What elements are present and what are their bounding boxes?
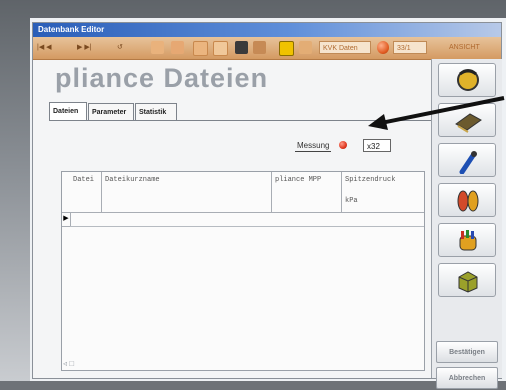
sidebar-item-box[interactable]: [438, 263, 496, 297]
column-label: pliance MPP: [275, 176, 322, 184]
head-icon: [457, 69, 479, 91]
box-icon: [458, 271, 478, 293]
view-label[interactable]: ANSICHT: [449, 41, 480, 54]
column-header-dateikurzname[interactable]: Dateikurzname: [102, 172, 272, 212]
sidebar-item-hand[interactable]: [438, 223, 496, 257]
doc-icon[interactable]: [213, 41, 228, 56]
column-unit: kPa: [345, 197, 358, 205]
sensor-pen-icon: [459, 151, 477, 174]
window-title: Datenbank Editor: [33, 23, 501, 37]
messung-label: Messung: [295, 141, 332, 152]
messung-field[interactable]: x32: [363, 139, 391, 152]
tab-dateien[interactable]: Dateien: [49, 102, 87, 121]
sidebar-item-sensor[interactable]: [438, 143, 496, 177]
measurement-indicator-icon: [339, 141, 347, 149]
grid-footer-indicator: ◃ □: [63, 359, 75, 368]
column-label: Dateikurzname: [105, 176, 160, 184]
counter-field[interactable]: 33/1: [393, 41, 427, 54]
column-header-spitzendruck[interactable]: Spitzendruck kPa: [342, 172, 410, 212]
new-file-icon[interactable]: [279, 41, 294, 56]
cancel-button[interactable]: Abbrechen: [436, 367, 498, 389]
save-icon[interactable]: [235, 41, 248, 54]
nav-last-button[interactable]: ▶ ▶|: [77, 41, 92, 54]
table-row[interactable]: [70, 212, 424, 227]
tab-statistik[interactable]: Statistik: [135, 103, 177, 120]
blank-icon[interactable]: [193, 41, 208, 56]
column-label: Datei: [73, 176, 95, 184]
sidebar: Bestätigen Abbrechen: [431, 59, 502, 389]
column-header-pliance-mpp[interactable]: pliance MPP: [272, 172, 342, 212]
nav-first-button[interactable]: |◀ ◀: [37, 41, 52, 54]
cancel-edit-icon[interactable]: [171, 41, 184, 54]
tab-divider: [49, 120, 439, 121]
edit-icon[interactable]: [151, 41, 164, 54]
feet-icon: [457, 190, 479, 212]
sidebar-item-feet[interactable]: [438, 183, 496, 217]
copy-icon[interactable]: [299, 41, 312, 54]
page-title: pliance Dateien: [55, 63, 269, 93]
tab-parameter[interactable]: Parameter: [88, 103, 134, 120]
toolbar: |◀ ◀ ▶ ▶| ↺ KVK Daten 33/1 ANSICHT: [33, 37, 501, 60]
confirm-button[interactable]: Bestätigen: [436, 341, 498, 363]
column-header-datei[interactable]: Datei: [70, 172, 102, 212]
kvk-field[interactable]: KVK Daten: [319, 41, 371, 54]
notebook-icon: [455, 113, 482, 133]
print-icon[interactable]: [253, 41, 266, 54]
hand-icon: [459, 230, 477, 251]
data-grid: Datei Dateikurzname pliance MPP Spitzend…: [61, 171, 425, 371]
refresh-button[interactable]: ↺: [117, 41, 123, 54]
record-icon[interactable]: [377, 41, 389, 54]
editor-window: Datenbank Editor |◀ ◀ ▶ ▶| ↺ KVK Daten 3…: [32, 22, 502, 389]
column-label: Spitzendruck: [345, 176, 396, 184]
sidebar-item-head[interactable]: [438, 63, 496, 97]
sidebar-item-notebook[interactable]: [438, 103, 496, 137]
